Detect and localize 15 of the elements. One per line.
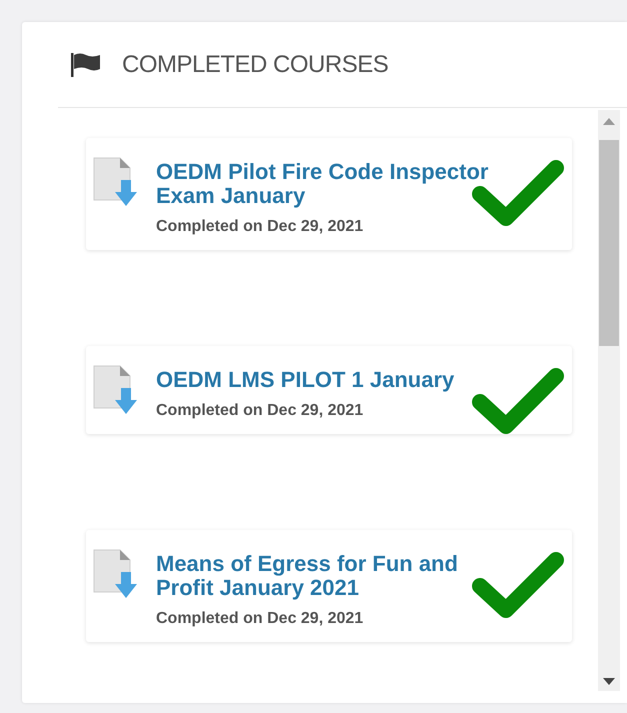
panel-title: COMPLETED COURSES bbox=[122, 50, 388, 78]
course-title-link[interactable]: Means of Egress for Fun and Profit January 2021 bbox=[156, 552, 496, 600]
scroll-up-icon[interactable] bbox=[603, 118, 615, 125]
scroll-down-icon[interactable] bbox=[603, 678, 615, 685]
document-download-icon bbox=[92, 156, 138, 208]
scrollbar[interactable] bbox=[598, 110, 620, 691]
completion-date: Completed on Dec 29, 2021 bbox=[156, 402, 364, 420]
completion-date: Completed on Dec 29, 2021 bbox=[156, 610, 364, 628]
course-title-link[interactable]: OEDM Pilot Fire Code Inspector Exam January bbox=[156, 160, 496, 208]
completion-date: Completed on Dec 29, 2021 bbox=[156, 218, 364, 236]
scrollbar-thumb[interactable] bbox=[599, 140, 619, 346]
flag-icon bbox=[70, 52, 102, 78]
course-title-link[interactable]: OEDM LMS PILOT 1 January bbox=[156, 368, 496, 392]
document-download-icon bbox=[92, 548, 138, 600]
document-download-icon bbox=[92, 364, 138, 416]
